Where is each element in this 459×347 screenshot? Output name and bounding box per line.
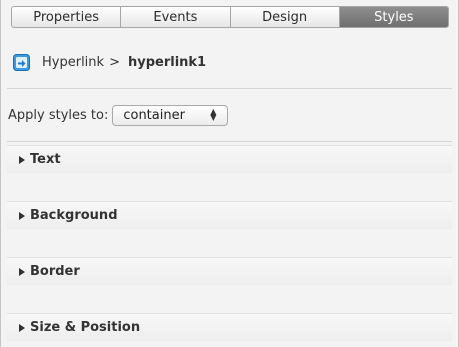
disclosure-triangle-icon — [19, 267, 25, 276]
styles-panel: Properties Events Design Styles Hyperlin… — [0, 0, 459, 347]
apply-styles-row: Apply styles to: container ▲ ▼ — [8, 103, 229, 127]
hyperlink-icon — [13, 53, 30, 71]
disclosure-triangle-icon — [19, 323, 25, 332]
tab-bar: Properties Events Design Styles — [11, 6, 449, 28]
breadcrumb-current: hyperlink1 — [127, 54, 207, 70]
breadcrumb-parent: Hyperlink — [42, 54, 105, 70]
section-label: Border — [30, 264, 80, 279]
section-label: Text — [30, 152, 61, 167]
apply-styles-select[interactable]: container ▲ ▼ — [112, 104, 229, 126]
breadcrumb: Hyperlink > hyperlink1 — [13, 52, 206, 72]
divider — [7, 141, 452, 142]
disclosure-triangle-icon — [19, 155, 25, 164]
tab-events[interactable]: Events — [121, 7, 231, 27]
apply-styles-label: Apply styles to: — [8, 107, 109, 123]
section-label: Size & Position — [30, 320, 141, 335]
section-background[interactable]: Background — [7, 201, 452, 229]
select-arrows-icon: ▲ ▼ — [210, 106, 217, 122]
tab-properties[interactable]: Properties — [12, 7, 122, 27]
tab-design[interactable]: Design — [231, 7, 340, 27]
apply-styles-value: container — [123, 107, 185, 123]
section-border[interactable]: Border — [7, 257, 452, 285]
section-size-position[interactable]: Size & Position — [7, 313, 452, 341]
divider — [7, 88, 452, 89]
breadcrumb-separator: > — [109, 54, 120, 70]
disclosure-triangle-icon — [19, 211, 25, 220]
section-text[interactable]: Text — [7, 145, 452, 173]
tab-styles[interactable]: Styles — [339, 7, 448, 27]
section-label: Background — [30, 208, 118, 223]
